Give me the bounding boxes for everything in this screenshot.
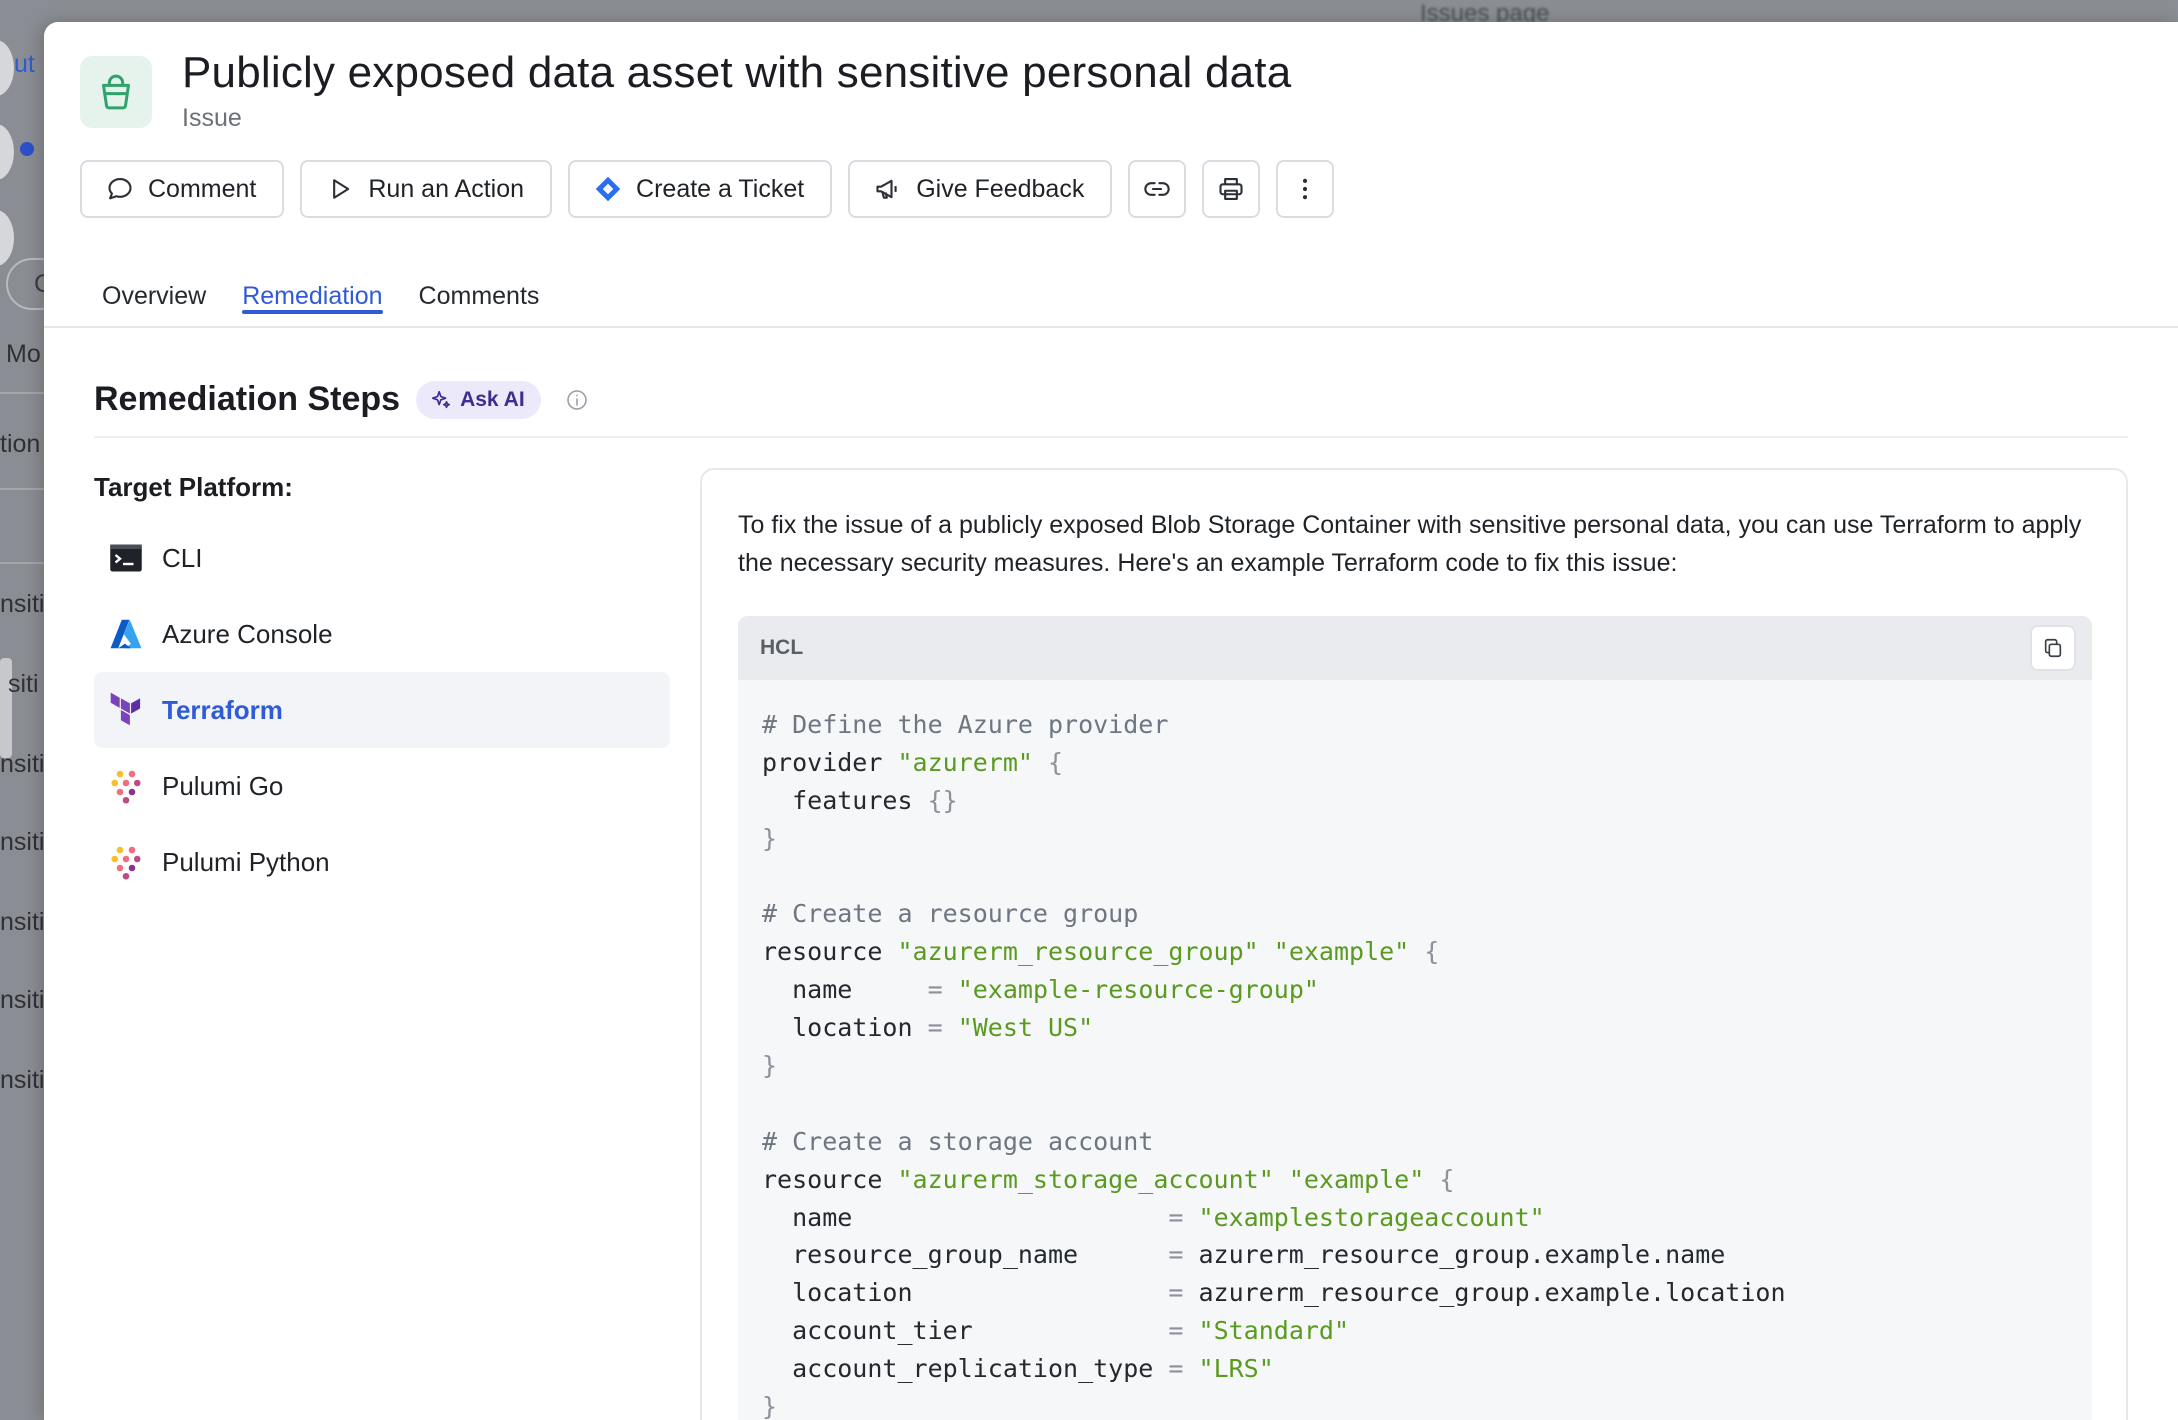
code-line: name = "examplestorageaccount" (762, 1202, 1545, 1232)
action-toolbar: Comment Run an Action Create a Ticket Gi… (80, 160, 1335, 218)
run-action-button-label: Run an Action (368, 174, 525, 203)
background-row-text: nsiti (0, 908, 45, 936)
section-title: Remediation Steps (94, 380, 401, 418)
terraform-icon (110, 692, 141, 726)
platform-label: CLI (162, 542, 203, 573)
create-ticket-button-label: Create a Ticket (636, 174, 805, 203)
code-line: # Create a storage account (762, 1126, 1154, 1156)
background-row-text: nsiti (0, 986, 45, 1014)
ask-ai-label: Ask AI (460, 387, 525, 411)
platform-label: Azure Console (162, 618, 333, 649)
background-top-text: Issues page (1420, 0, 1550, 27)
copy-icon (2044, 638, 2062, 658)
code-line: # Define the Azure provider (762, 710, 1169, 739)
background-divider (0, 562, 46, 564)
print-button[interactable] (1202, 160, 1261, 218)
info-icon[interactable] (565, 388, 589, 412)
sparkle-icon (432, 390, 451, 408)
link-icon (1144, 182, 1171, 196)
code-line: # Create a resource group (762, 899, 1139, 929)
code-line: location = azurerm_resource_group.exampl… (762, 1278, 1786, 1308)
code-line: name = "example-resource-group" (762, 975, 1319, 1005)
background-avatar (0, 210, 14, 266)
tab-remediation[interactable]: Remediation (242, 260, 383, 328)
background-row-text: nsiti (0, 590, 45, 618)
bucket-icon (102, 74, 130, 110)
background-divider (0, 392, 46, 394)
play-icon (333, 179, 350, 199)
code-line: } (762, 823, 778, 853)
page-title: Publicly exposed data asset with sensiti… (182, 48, 1292, 97)
background-text: tion (0, 430, 41, 458)
code-line: features {} (762, 785, 958, 815)
printer-icon (1219, 178, 1243, 200)
create-ticket-button[interactable]: Create a Ticket (568, 160, 833, 218)
more-vertical-icon (1303, 178, 1308, 200)
platform-item-cli[interactable]: CLI (94, 520, 670, 596)
background-status-dot (20, 142, 34, 156)
code-block: HCL # Define the Azure provider provider … (738, 616, 2092, 1420)
page-subtitle: Issue (182, 104, 242, 132)
code-line: resource "azurerm_storage_account" "exam… (762, 1164, 1455, 1194)
platform-label: Pulumi Python (162, 846, 330, 877)
code-line: provider "azurerm" { (762, 747, 1064, 777)
background-row-text: nsiti (0, 828, 45, 856)
remediation-content: To fix the issue of a publicly exposed B… (700, 468, 2128, 1420)
tab-comments[interactable]: Comments (419, 260, 540, 328)
code-line: resource_group_name = azurerm_resource_g… (762, 1240, 1726, 1270)
more-options-button[interactable] (1276, 160, 1335, 218)
pulumi-icon (111, 846, 141, 880)
code-language: HCL (760, 636, 804, 659)
comment-button-label: Comment (148, 174, 257, 203)
platform-label: Pulumi Go (162, 770, 284, 801)
code-line: account_replication_type = "LRS" (762, 1354, 1274, 1384)
platform-item-pulumi-python[interactable]: Pulumi Python (94, 824, 670, 900)
background-avatar (0, 124, 14, 180)
target-platform-label: Target Platform: (94, 472, 293, 502)
run-action-button[interactable]: Run an Action (300, 160, 553, 218)
jira-icon (595, 176, 621, 202)
code-line: account_tier = "Standard" (762, 1316, 1350, 1346)
section-divider (94, 436, 2128, 438)
background-row-text: nsiti (0, 1066, 45, 1094)
background-avatar (0, 40, 14, 96)
background-row-text: nsiti (0, 750, 45, 778)
code-line: location = "West US" (762, 1013, 1094, 1043)
issue-drawer: Publicly exposed data asset with sensiti… (44, 22, 2178, 1420)
remediation-header: Remediation Steps Ask AI (94, 380, 589, 419)
azure-icon (110, 619, 142, 649)
give-feedback-button-label: Give Feedback (916, 174, 1085, 203)
code-line: } (762, 1392, 778, 1420)
issue-type-icon (80, 56, 152, 128)
code-header: HCL (738, 616, 2092, 680)
remediation-intro: To fix the issue of a publicly exposed B… (738, 511, 2082, 577)
pulumi-icon (111, 770, 141, 804)
drawer-tabs: Overview Remediation Comments (80, 260, 539, 328)
platform-list: CLI Azure Console Terraform Pulumi Go Pu… (94, 520, 670, 900)
platform-item-pulumi-go[interactable]: Pulumi Go (94, 748, 670, 824)
code-line: } (762, 1051, 778, 1081)
give-feedback-button[interactable]: Give Feedback (848, 160, 1113, 218)
platform-item-terraform[interactable]: Terraform (94, 672, 670, 748)
code-line: resource "azurerm_resource_group" "examp… (762, 937, 1440, 967)
comment-icon (108, 178, 132, 200)
terminal-icon (110, 544, 142, 572)
copy-code-button[interactable] (2030, 625, 2076, 671)
platform-item-azure-console[interactable]: Azure Console (94, 596, 670, 672)
drawer-header: Publicly exposed data asset with sensiti… (44, 22, 2178, 328)
ask-ai-button[interactable]: Ask AI (416, 380, 541, 419)
code-content: # Define the Azure provider provider "azu… (738, 680, 2092, 1420)
comment-button[interactable]: Comment (80, 160, 285, 218)
platform-label: Terraform (162, 694, 283, 725)
megaphone-icon (876, 179, 897, 199)
background-divider (0, 488, 46, 490)
tab-overview[interactable]: Overview (80, 260, 206, 328)
copy-link-button[interactable] (1128, 160, 1187, 218)
